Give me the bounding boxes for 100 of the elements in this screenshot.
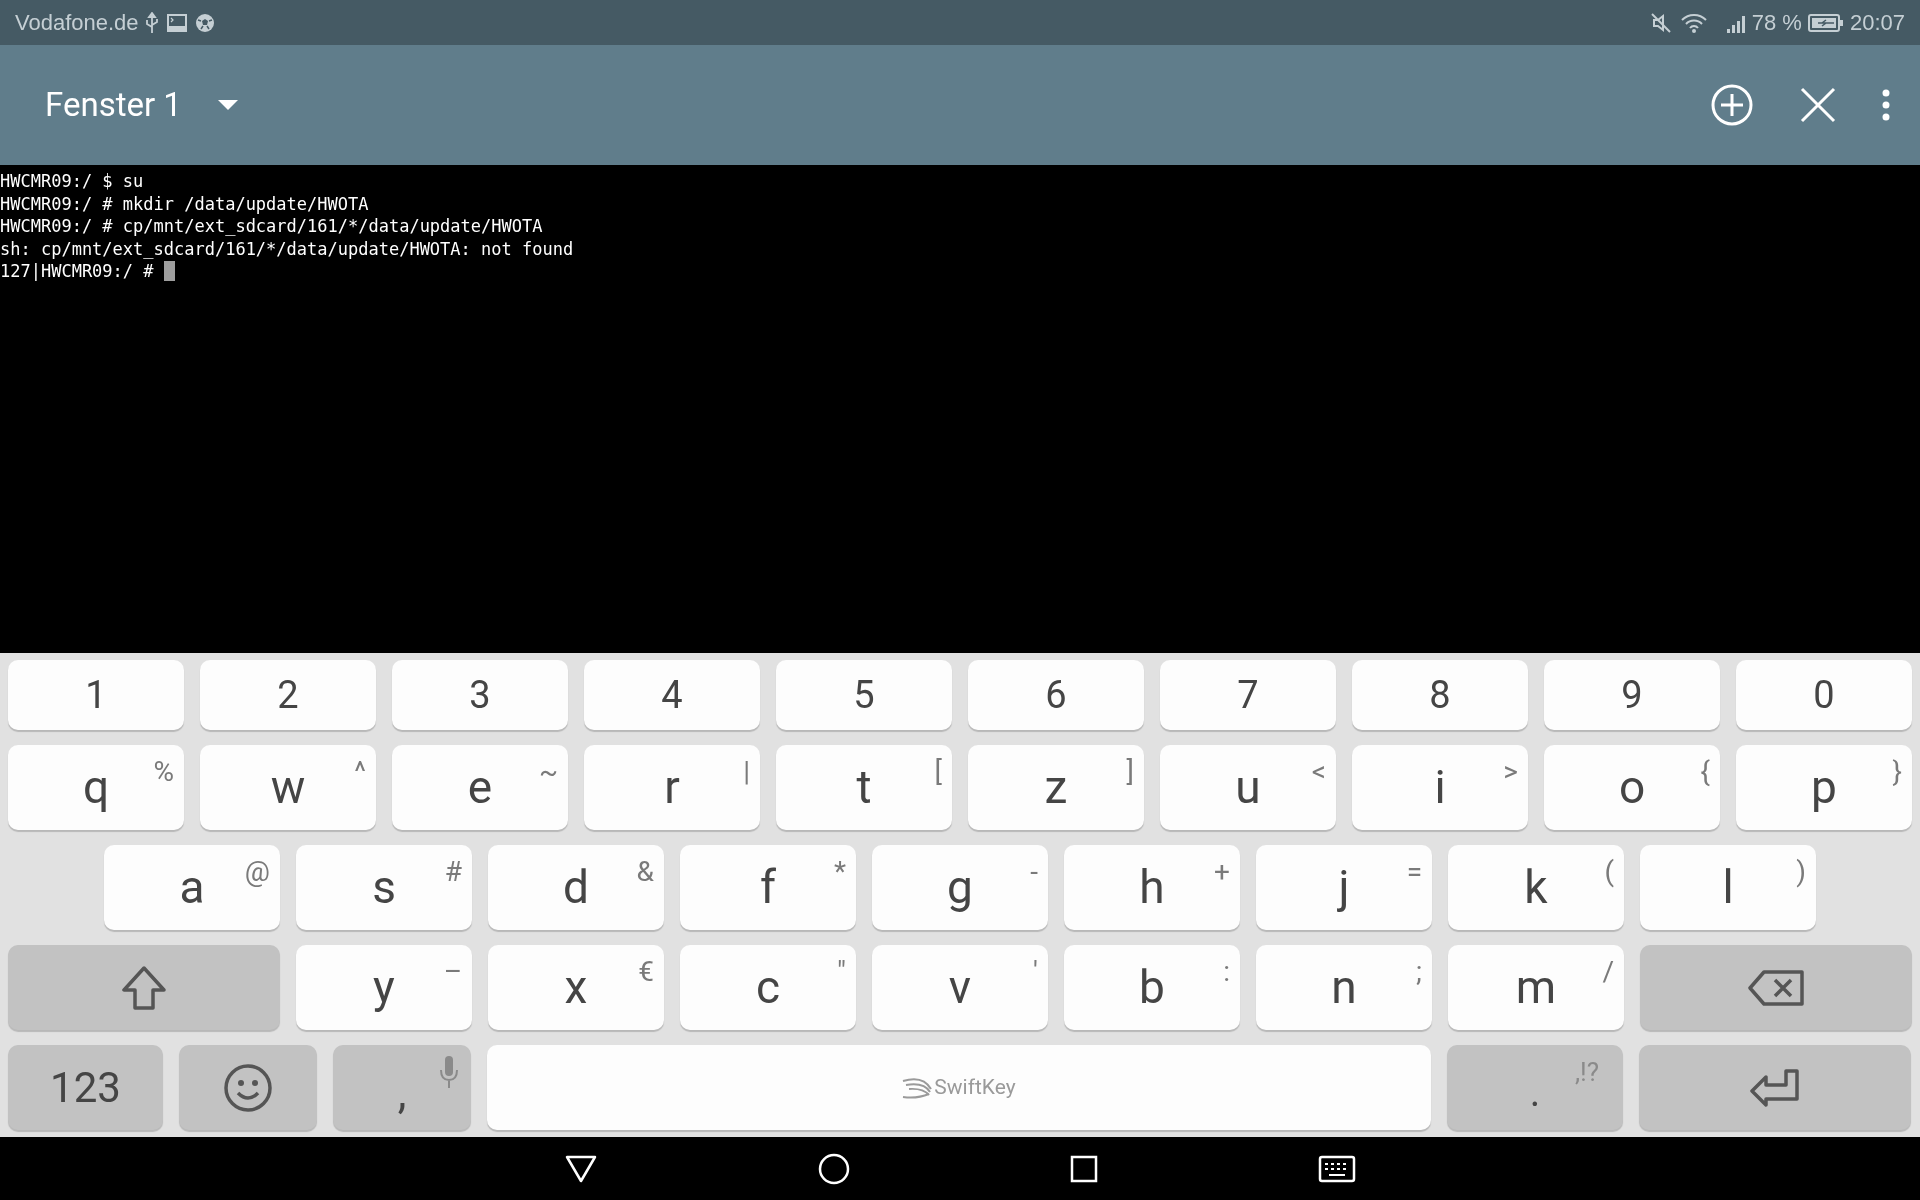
alt-symbol: ^: [354, 754, 366, 790]
enter-key[interactable]: [1639, 1045, 1911, 1130]
alt-symbol: ): [1796, 854, 1806, 890]
clock-time: 20:07: [1849, 9, 1905, 37]
alt-symbol: >: [1503, 754, 1518, 790]
letter-key[interactable]: o {: [1544, 745, 1720, 830]
number-key[interactable]: 5: [776, 660, 952, 730]
terminal-line: sh: cp/mnt/ext_sdcard/161/*/data/update/HWOTA: not found: [0, 237, 574, 260]
letter-key[interactable]: f *: [680, 845, 856, 930]
comma-key[interactable]: ,: [333, 1045, 471, 1130]
mute-icon: [1649, 11, 1672, 34]
letter-key[interactable]: n ;: [1256, 945, 1432, 1030]
letter-key[interactable]: g -: [872, 845, 1048, 930]
letter-key[interactable]: z ]: [968, 745, 1144, 830]
alt-symbol: <: [1311, 754, 1326, 790]
letter-key[interactable]: a @: [104, 845, 280, 930]
alt-symbol: €: [638, 954, 654, 990]
alt-symbol: ]: [1126, 754, 1134, 790]
terminal-line: HWCMR09:/ $ su: [0, 170, 144, 193]
letter-key[interactable]: b :: [1064, 945, 1240, 1030]
backspace-icon: [1748, 969, 1804, 1006]
swoosh-logo-icon: [902, 1076, 933, 1099]
terminal-line: HWCMR09:/ # cp/mnt/ext_sdcard/161/*/data/update/HWOTA: [0, 215, 543, 238]
alt-symbol: –: [443, 954, 462, 990]
number-key[interactable]: 8: [1352, 660, 1528, 730]
smiley-icon: [223, 1062, 273, 1113]
microphone-icon: [439, 1055, 459, 1089]
alt-symbol: |: [743, 754, 750, 790]
text-cursor: [163, 261, 175, 282]
alt-symbol: (: [1604, 854, 1614, 890]
alt-symbol: +: [1214, 854, 1230, 890]
letter-key[interactable]: h +: [1064, 845, 1240, 930]
backspace-key[interactable]: [1640, 945, 1912, 1030]
recents-icon[interactable]: [1070, 1154, 1098, 1183]
terminal-line: HWCMR09:/ # mkdir /data/update/HWOTA: [0, 192, 369, 215]
letter-key[interactable]: c ": [680, 945, 856, 1030]
number-key[interactable]: 6: [968, 660, 1144, 730]
alt-symbol: :: [1223, 954, 1230, 990]
letter-key[interactable]: r |: [584, 745, 760, 830]
add-icon[interactable]: [1710, 83, 1754, 127]
symbols-key[interactable]: 123: [8, 1045, 163, 1130]
keyboard-icon[interactable]: [1318, 1154, 1356, 1183]
usb-icon: [144, 11, 159, 34]
letter-key[interactable]: d &: [488, 845, 664, 930]
terminal-icon: [166, 13, 187, 32]
more-menu-icon[interactable]: [1882, 89, 1890, 121]
alt-symbol: &: [636, 854, 654, 890]
number-key[interactable]: 9: [1544, 660, 1720, 730]
letter-key[interactable]: u <: [1160, 745, 1336, 830]
shift-key[interactable]: [8, 945, 280, 1030]
number-key[interactable]: 7: [1160, 660, 1336, 730]
number-key[interactable]: 0: [1736, 660, 1912, 730]
enter-arrow-icon: [1750, 1068, 1800, 1107]
alt-symbol: /: [1602, 954, 1614, 990]
keyboard-brand: SwiftKey: [934, 1073, 1016, 1101]
ball-icon: [194, 12, 215, 33]
number-key[interactable]: 3: [392, 660, 568, 730]
letter-key[interactable]: i >: [1352, 745, 1528, 830]
terminal-line: 127|HWCMR09:/ #: [0, 260, 155, 283]
battery-percent: 78 %: [1751, 9, 1802, 37]
period-key[interactable]: . ,!?: [1447, 1045, 1623, 1130]
letter-key[interactable]: v ': [872, 945, 1048, 1030]
alt-symbol: ~: [538, 754, 558, 790]
alt-symbol: ": [837, 954, 846, 990]
emoji-key[interactable]: [179, 1045, 317, 1130]
wifi-icon: [1679, 11, 1708, 34]
alt-symbol: #: [444, 854, 462, 890]
letter-key[interactable]: q %: [8, 745, 184, 830]
number-key[interactable]: 2: [200, 660, 376, 730]
alt-symbol: *: [833, 854, 846, 890]
alt-symbol: =: [1406, 854, 1422, 890]
number-key[interactable]: 4: [584, 660, 760, 730]
carrier-name: Vodafone.de: [15, 9, 139, 37]
letter-key[interactable]: e ~: [392, 745, 568, 830]
close-icon[interactable]: [1800, 87, 1836, 123]
alt-symbol: }: [1892, 754, 1902, 790]
letter-key[interactable]: s #: [296, 845, 472, 930]
shift-arrow-icon: [121, 965, 167, 1010]
alt-symbol: {: [1700, 754, 1710, 790]
letter-key[interactable]: w ^: [200, 745, 376, 830]
letter-key[interactable]: x €: [488, 945, 664, 1030]
letter-key[interactable]: y –: [296, 945, 472, 1030]
alt-symbol: ,!?: [1574, 1056, 1599, 1089]
letter-key[interactable]: j =: [1256, 845, 1432, 930]
alt-symbol: @: [244, 854, 270, 890]
alt-symbol: ': [1033, 954, 1038, 990]
letter-key[interactable]: t [: [776, 745, 952, 830]
letter-key[interactable]: k (: [1448, 845, 1624, 930]
letter-key[interactable]: l ): [1640, 845, 1816, 930]
window-selector[interactable]: Fenster 1: [45, 80, 238, 130]
alt-symbol: [: [934, 754, 942, 790]
battery-charging-icon: [1807, 12, 1844, 33]
home-icon[interactable]: [818, 1152, 850, 1185]
letter-key[interactable]: m /: [1448, 945, 1624, 1030]
number-key[interactable]: 1: [8, 660, 184, 730]
alt-symbol: -: [1030, 854, 1038, 890]
back-icon[interactable]: [564, 1153, 598, 1184]
alt-symbol: %: [153, 754, 174, 790]
letter-key[interactable]: p }: [1736, 745, 1912, 830]
dropdown-caret-icon: [217, 100, 238, 110]
